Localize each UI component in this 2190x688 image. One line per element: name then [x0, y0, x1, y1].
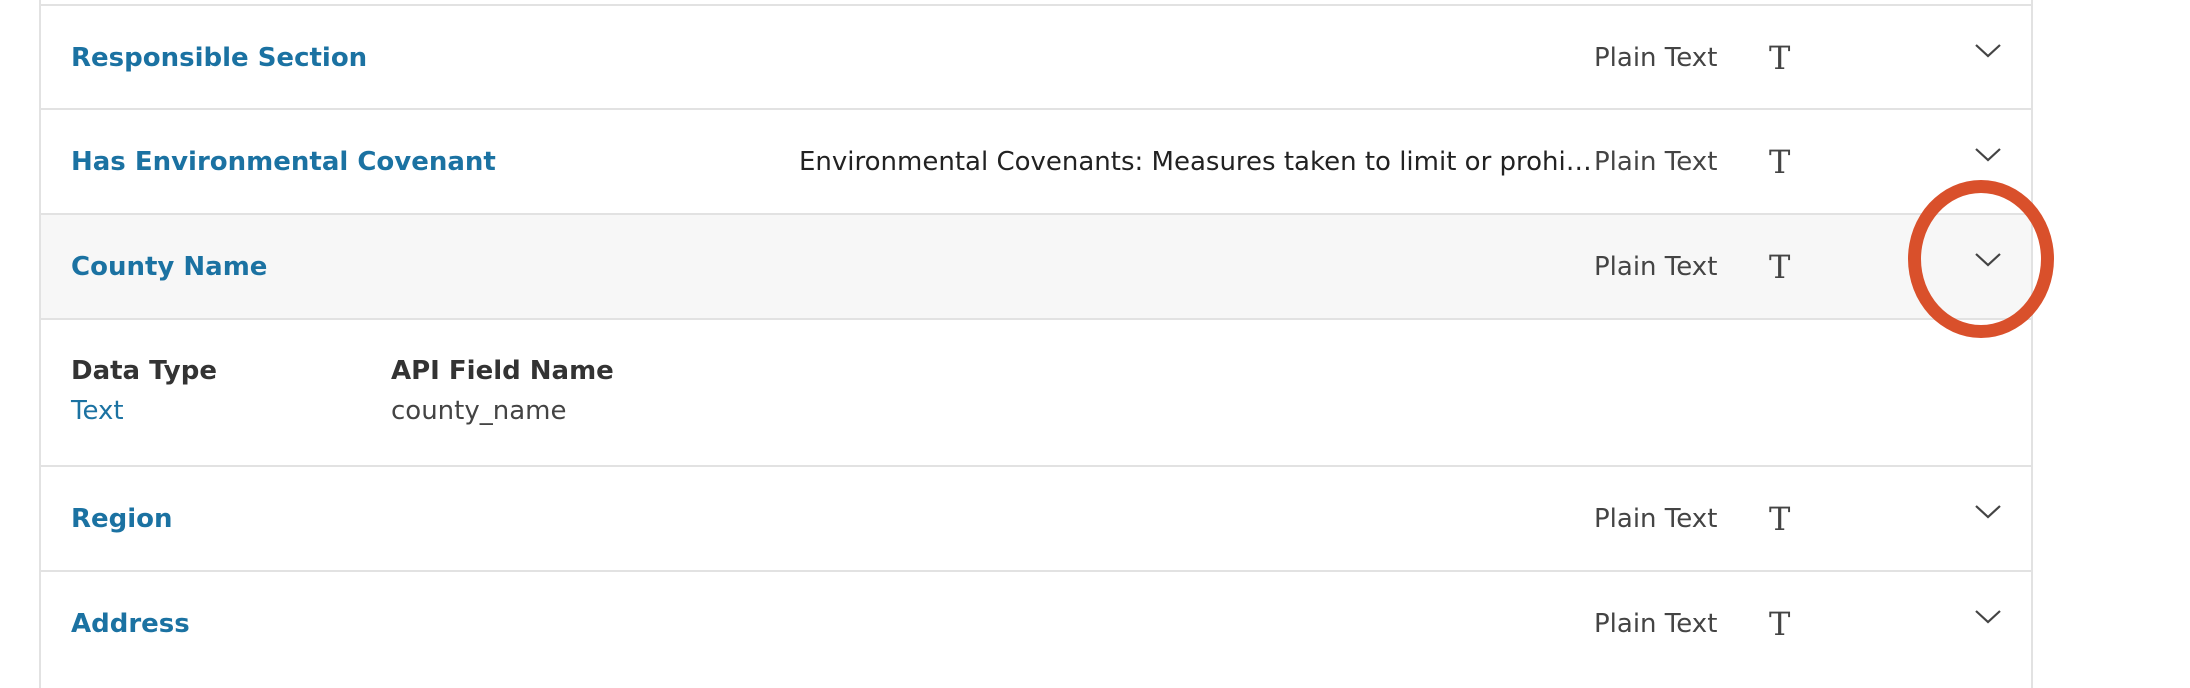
- data-type-column: Data Type Text: [71, 356, 217, 426]
- field-row-has-environmental-covenant[interactable]: Has Environmental Covenant Environmental…: [41, 108, 2031, 213]
- field-row-region[interactable]: Region Plain Text T: [41, 465, 2031, 570]
- field-row-address[interactable]: Address Plain Text T: [41, 570, 2031, 675]
- field-name[interactable]: Address: [71, 609, 190, 639]
- field-details-panel: Data Type Text API Field Name county_nam…: [41, 318, 2031, 466]
- chevron-down-icon[interactable]: [1973, 140, 2003, 170]
- field-type: Plain Text: [1594, 251, 1718, 282]
- text-type-icon: T: [1769, 499, 1791, 538]
- chevron-down-icon[interactable]: [1973, 602, 2003, 632]
- text-type-icon: T: [1769, 142, 1791, 181]
- data-type-label: Data Type: [71, 356, 217, 386]
- data-type-value[interactable]: Text: [71, 396, 217, 426]
- field-type: Plain Text: [1594, 146, 1718, 177]
- field-name[interactable]: Has Environmental Covenant: [71, 147, 496, 177]
- field-description: Environmental Covenants: Measures taken …: [799, 146, 1592, 177]
- field-row-responsible-section[interactable]: Responsible Section Plain Text T: [41, 4, 2031, 109]
- field-row-county-name[interactable]: County Name Plain Text T: [41, 213, 2031, 318]
- field-type: Plain Text: [1594, 503, 1718, 534]
- text-type-icon: T: [1769, 604, 1791, 643]
- field-name[interactable]: Responsible Section: [71, 43, 367, 73]
- api-field-column: API Field Name county_name: [391, 356, 614, 426]
- field-name[interactable]: County Name: [71, 252, 267, 282]
- text-type-icon: T: [1769, 247, 1791, 286]
- field-type: Plain Text: [1594, 608, 1718, 639]
- text-type-icon: T: [1769, 38, 1791, 77]
- chevron-down-icon[interactable]: [1973, 245, 2003, 275]
- api-field-name-value: county_name: [391, 396, 567, 426]
- chevron-down-icon[interactable]: [1973, 36, 2003, 66]
- columns-list: Responsible Section Plain Text T Has Env…: [39, 0, 2033, 688]
- chevron-down-icon[interactable]: [1973, 497, 2003, 527]
- api-field-name-label: API Field Name: [391, 356, 614, 386]
- field-name[interactable]: Region: [71, 504, 173, 534]
- field-type: Plain Text: [1594, 42, 1718, 73]
